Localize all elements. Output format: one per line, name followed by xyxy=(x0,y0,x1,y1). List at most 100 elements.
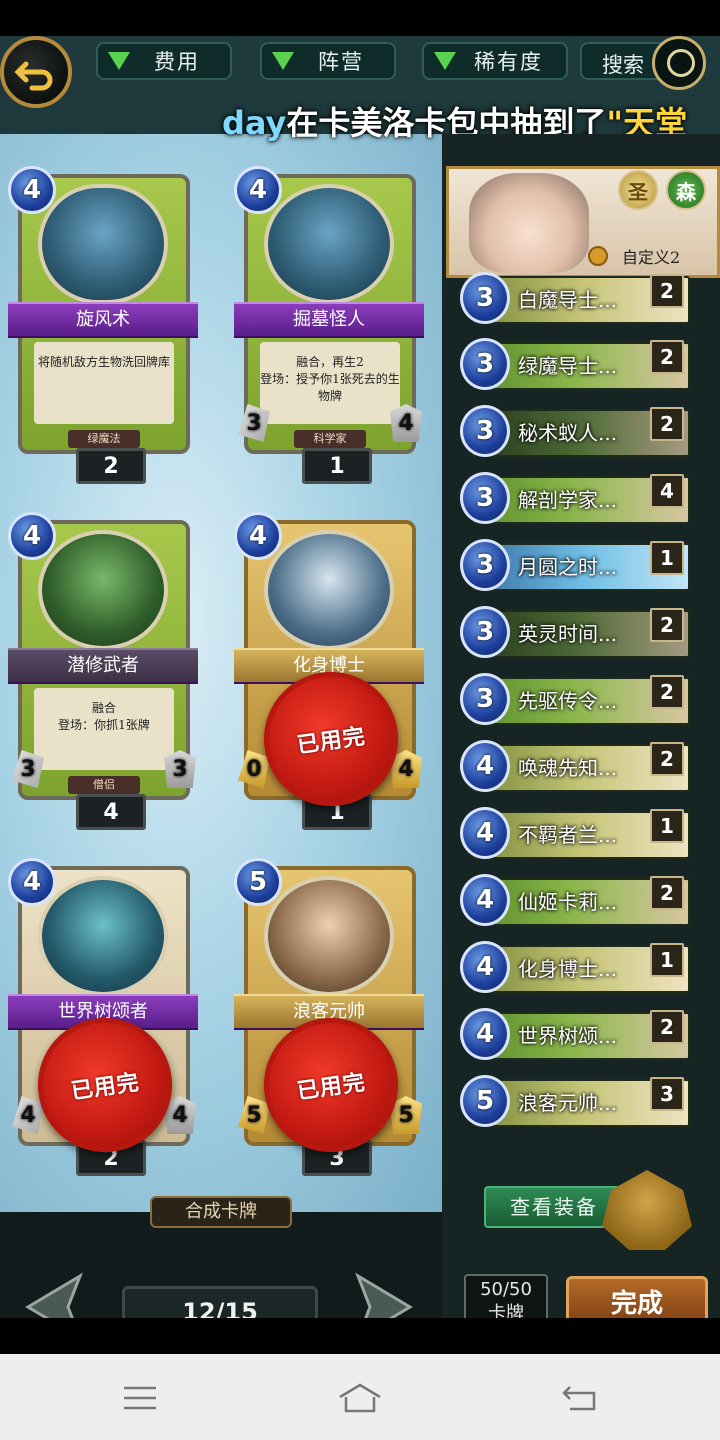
card-art xyxy=(264,876,394,996)
deck-card-row[interactable]: 4 仙姬卡莉... 2 xyxy=(460,874,690,930)
hero-face xyxy=(469,173,589,273)
craft-cards-button[interactable]: 合成卡牌 xyxy=(150,1196,292,1228)
filter-label: 稀有度 xyxy=(474,50,543,74)
deck-card-qty: 3 xyxy=(650,1077,684,1111)
done-button[interactable]: 完成 xyxy=(566,1276,708,1318)
deck-card-row[interactable]: 5 浪客元帅... 3 xyxy=(460,1075,690,1131)
card-cost: 4 xyxy=(8,166,56,214)
deck-card-row[interactable]: 3 月圆之时... 1 xyxy=(460,539,690,595)
deck-count-value: 50/50 xyxy=(480,1279,532,1300)
deck-card-qty: 2 xyxy=(650,1010,684,1044)
card-cost: 5 xyxy=(234,858,282,906)
card-type: 僧侣 xyxy=(68,776,140,794)
back-button[interactable] xyxy=(0,36,72,108)
menu-icon[interactable] xyxy=(110,1370,170,1426)
filter-dropdown-icon xyxy=(434,52,456,70)
deck-card-row[interactable]: 3 英灵时间... 2 xyxy=(460,606,690,662)
card-count: 4 xyxy=(76,794,146,830)
deck-card-cost: 3 xyxy=(460,338,510,390)
card-cost: 4 xyxy=(8,858,56,906)
view-equipment-button[interactable]: 查看装备 xyxy=(484,1186,624,1228)
deck-count: 50/50 卡牌 xyxy=(464,1274,548,1318)
deck-card-cost: 3 xyxy=(460,673,510,725)
used-up-label: 已用完 xyxy=(295,1070,368,1105)
deck-card-qty: 1 xyxy=(650,809,684,843)
deck-builder-screen: 费用 阵营 稀有度 搜索 day在卡美洛卡包中抽到了"天堂 4 旋风术 将随机敌… xyxy=(0,36,720,1318)
card-art xyxy=(264,184,394,304)
card[interactable]: 4 世界树颂者 艺术家 4 4 2 已用完 xyxy=(8,858,198,1176)
deck-card-row[interactable]: 3 白魔导士... 2 xyxy=(460,272,690,328)
filter-label: 费用 xyxy=(154,50,200,74)
deck-card-row[interactable]: 4 唤魂先知... 2 xyxy=(460,740,690,796)
deck-card-qty: 2 xyxy=(650,608,684,642)
card-description: 将随机敌方生物洗回牌库 xyxy=(34,342,174,424)
card-count: 2 xyxy=(76,448,146,484)
filter-dropdown-icon xyxy=(272,52,294,70)
faction-holy-badge: 圣 xyxy=(618,170,658,210)
deck-card-cost: 4 xyxy=(460,941,510,993)
deck-card-qty: 2 xyxy=(650,876,684,910)
deck-card-name: 先驱传令... xyxy=(518,689,618,713)
deck-card-cost: 4 xyxy=(460,874,510,926)
deck-card-row[interactable]: 3 绿魔导士... 2 xyxy=(460,338,690,394)
deck-card-qty: 2 xyxy=(650,340,684,374)
card-art xyxy=(38,184,168,304)
card-health: 4 xyxy=(390,404,422,442)
card-health: 3 xyxy=(164,750,196,788)
filter-cost[interactable]: 费用 xyxy=(96,42,232,80)
card-cost: 4 xyxy=(8,512,56,560)
card[interactable]: 5 浪客元帅 艺术家 5 5 3 已用完 xyxy=(234,858,424,1176)
deck-card-qty: 4 xyxy=(650,474,684,508)
deck-card-name: 英灵时间... xyxy=(518,622,618,646)
home-icon[interactable] xyxy=(330,1370,390,1426)
card-art xyxy=(264,530,394,650)
deck-card-name: 解剖学家... xyxy=(518,488,618,512)
deck-card-qty: 2 xyxy=(650,675,684,709)
prev-page-arrow-icon[interactable] xyxy=(24,1272,84,1318)
deck-card-cost: 5 xyxy=(460,1075,510,1127)
card-art xyxy=(38,530,168,650)
deck-card-list[interactable]: 3 白魔导士... 2 3 绿魔导士... 2 3 秘术蚁人... 2 3 解剖学家... 4 … xyxy=(460,272,690,1150)
card[interactable]: 4 化身博士 科学家 0 4 1 已用完 xyxy=(234,512,424,830)
status-bar xyxy=(0,0,720,36)
deck-card-cost: 4 xyxy=(460,740,510,792)
back-icon[interactable] xyxy=(550,1370,610,1426)
deck-card-qty: 1 xyxy=(650,943,684,977)
deck-card-row[interactable]: 3 先驱传令... 2 xyxy=(460,673,690,729)
deck-name[interactable]: 自定义2 xyxy=(588,244,680,268)
deck-card-row[interactable]: 3 解剖学家... 4 xyxy=(460,472,690,528)
filter-rarity[interactable]: 稀有度 xyxy=(422,42,568,80)
faction-forest-badge: 森 xyxy=(666,170,706,210)
card[interactable]: 4 旋风术 将随机敌方生物洗回牌库 绿魔法 2 xyxy=(8,166,198,484)
deck-card-cost: 4 xyxy=(460,807,510,859)
deck-card-row[interactable]: 3 秘术蚁人... 2 xyxy=(460,405,690,461)
card-cost: 4 xyxy=(234,512,282,560)
deck-card-cost: 4 xyxy=(460,1008,510,1060)
deck-card-name: 仙姬卡莉... xyxy=(518,890,618,914)
card[interactable]: 4 潜修武者 融合 登场：你抓1张牌 僧侣 3 3 4 xyxy=(8,512,198,830)
deck-card-qty: 1 xyxy=(650,541,684,575)
deck-card-cost: 3 xyxy=(460,539,510,591)
deck-card-row[interactable]: 4 不羁者兰... 1 xyxy=(460,807,690,863)
deck-card-cost: 3 xyxy=(460,606,510,658)
deck-card-cost: 3 xyxy=(460,405,510,457)
nav-separator xyxy=(0,1318,720,1354)
deck-card-name: 白魔导士... xyxy=(518,288,618,312)
used-up-label: 已用完 xyxy=(69,1070,142,1105)
filter-dropdown-icon xyxy=(108,52,130,70)
deck-card-row[interactable]: 4 世界树颂... 2 xyxy=(460,1008,690,1064)
back-arrow-icon xyxy=(14,61,53,91)
card[interactable]: 4 掘墓怪人 融合，再生2 登场：授予你1张死去的生物牌 科学家 3 4 1 xyxy=(234,166,424,484)
deck-card-row[interactable]: 4 化身博士... 1 xyxy=(460,941,690,997)
deck-name-text: 自定义2 xyxy=(622,248,681,267)
next-page-arrow-icon[interactable] xyxy=(354,1272,414,1318)
deck-card-name: 化身博士... xyxy=(518,957,618,981)
used-up-label: 已用完 xyxy=(295,724,368,759)
search-icon[interactable] xyxy=(652,36,706,90)
filter-label: 阵营 xyxy=(318,50,364,74)
card-type: 科学家 xyxy=(294,430,366,448)
deck-card-cost: 3 xyxy=(460,272,510,324)
deck-card-name: 绿魔导士... xyxy=(518,354,618,378)
card-description: 融合 登场：你抓1张牌 xyxy=(34,688,174,770)
filter-faction[interactable]: 阵营 xyxy=(260,42,396,80)
